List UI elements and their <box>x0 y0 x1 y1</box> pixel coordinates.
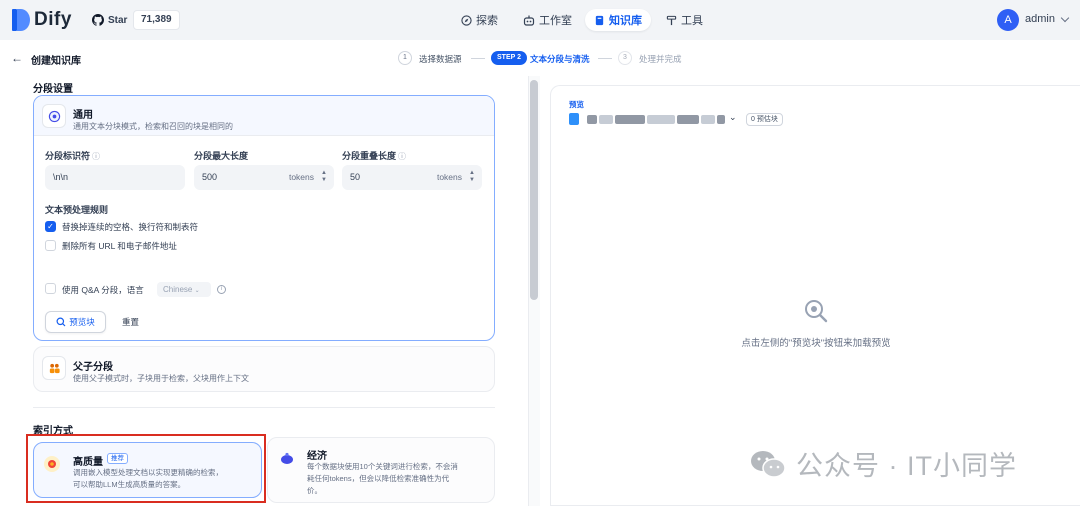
rule-1-label: 替换掉连续的空格、换行符和制表符 <box>62 222 199 232</box>
economy-icon-box <box>279 450 295 466</box>
rule-2-checkbox[interactable] <box>45 240 56 251</box>
blurred-filename <box>717 115 725 124</box>
rules-title: 文本预处理规则 <box>45 205 109 215</box>
reset-button[interactable]: 重置 <box>122 316 139 328</box>
step-connector <box>471 58 485 59</box>
github-star-button[interactable]: Star <box>92 10 127 30</box>
rule-1-checkbox[interactable]: ✓ <box>45 221 56 232</box>
stepper-icon[interactable]: ▲ ▼ <box>321 170 327 184</box>
nav-explore[interactable]: 探索 <box>452 9 507 31</box>
parent-child-icon-box <box>42 356 66 380</box>
github-star-count: 71,389 <box>133 10 180 30</box>
step-2-label: 文本分段与清洗 <box>530 54 590 64</box>
page-title: 创建知识库 <box>31 56 81 67</box>
general-desc: 通用文本分块模式，检索和召回的块是相同的 <box>73 122 233 131</box>
github-star-label: Star <box>108 14 128 26</box>
blurred-filename <box>647 115 675 124</box>
github-icon <box>92 14 104 26</box>
overlap-input[interactable]: 50 tokens ▲ ▼ <box>342 165 482 190</box>
preview-label: 预览 <box>569 100 584 109</box>
book-icon <box>595 15 604 25</box>
max-length-label: 分段最大长度 <box>194 151 249 161</box>
preview-chunks-button[interactable]: 预览块 <box>45 311 106 333</box>
nav-tools-label: 工具 <box>681 15 703 27</box>
separator-input[interactable]: \n\n <box>45 165 185 190</box>
user-name[interactable]: admin <box>1025 13 1055 25</box>
max-length-input[interactable]: 500 tokens ▲ ▼ <box>194 165 334 190</box>
wechat-icon <box>751 450 786 478</box>
blurred-filename <box>587 115 597 124</box>
qa-checkbox[interactable] <box>45 283 56 294</box>
economy-title: 经济 <box>307 451 327 462</box>
parent-child-title: 父子分段 <box>73 362 113 373</box>
preview-panel <box>550 85 1080 506</box>
step-3-number: 3 <box>618 51 632 65</box>
economy-desc-2: 耗任何tokens，但会以降低检索准确性为代 <box>307 474 450 483</box>
step-1-number: 1 <box>398 51 412 65</box>
watermark-text: 公众号 · IT小同学 <box>796 451 1017 481</box>
blurred-filename <box>677 115 699 124</box>
highlight-box <box>26 434 266 503</box>
parent-child-icon <box>49 363 60 373</box>
scrollbar-thumb[interactable] <box>530 80 538 300</box>
robot-icon <box>523 15 535 26</box>
app-name[interactable]: Dify <box>34 9 72 31</box>
nav-studio[interactable]: 工作室 <box>514 9 581 31</box>
general-icon-box <box>42 104 66 128</box>
unit-label: tokens <box>288 172 314 182</box>
economy-desc-3: 价。 <box>307 486 322 495</box>
nav-tools[interactable]: 工具 <box>657 9 712 31</box>
overlap-label: 分段重叠长度 ⓘ <box>342 151 407 161</box>
economy-desc-1: 每个数据块使用10个关键词进行检索，不会消 <box>307 462 458 471</box>
step-3-label: 处理并完成 <box>639 54 682 64</box>
info-icon[interactable]: i <box>217 285 226 294</box>
piggy-bank-icon <box>281 452 293 464</box>
divider <box>33 407 495 408</box>
blurred-filename <box>615 115 645 124</box>
blurred-filename <box>599 115 613 124</box>
search-preview-icon <box>805 300 828 323</box>
compass-icon <box>461 14 472 26</box>
qa-label: 使用 Q&A 分段，语言 <box>62 285 144 295</box>
segment-section-title: 分段设置 <box>33 84 73 95</box>
nav-explore-label: 探索 <box>476 15 498 27</box>
settings-icon <box>48 110 60 122</box>
dify-logo-icon[interactable] <box>12 9 30 31</box>
separator-label: 分段标识符 ⓘ <box>45 151 101 161</box>
unit-label: tokens <box>436 172 462 182</box>
avatar[interactable]: A <box>997 9 1019 31</box>
help-icon[interactable]: ⓘ <box>398 152 406 161</box>
stepper-icon[interactable]: ▲ ▼ <box>469 170 475 184</box>
step-2-pill: STEP 2 <box>491 51 527 65</box>
language-select[interactable]: Chinese ⌄ <box>157 282 211 297</box>
chunk-count-badge: 0 预估块 <box>746 113 783 126</box>
nav-knowledge[interactable]: 知识库 <box>585 9 651 31</box>
general-title: 通用 <box>73 110 93 121</box>
rule-2-label: 删除所有 URL 和电子邮件地址 <box>62 241 177 251</box>
help-icon[interactable]: ⓘ <box>92 152 100 161</box>
nav-studio-label: 工作室 <box>539 15 572 27</box>
step-1-label: 选择数据源 <box>419 54 462 64</box>
nav-knowledge-label: 知识库 <box>609 15 642 27</box>
blurred-filename <box>701 115 715 124</box>
hammer-icon <box>666 15 677 25</box>
document-icon <box>569 113 579 125</box>
parent-child-desc: 使用父子模式时，子块用于检索，父块用作上下文 <box>73 374 249 383</box>
file-select-chevron-icon[interactable]: ⌄ <box>729 112 737 123</box>
search-icon <box>56 317 66 327</box>
back-arrow-icon[interactable]: ← <box>11 51 23 65</box>
watermark: 公众号 · IT小同学 <box>750 444 1017 483</box>
preview-empty-text: 点击左侧的"预览块"按钮来加载预览 <box>741 338 891 349</box>
step-connector <box>598 58 612 59</box>
